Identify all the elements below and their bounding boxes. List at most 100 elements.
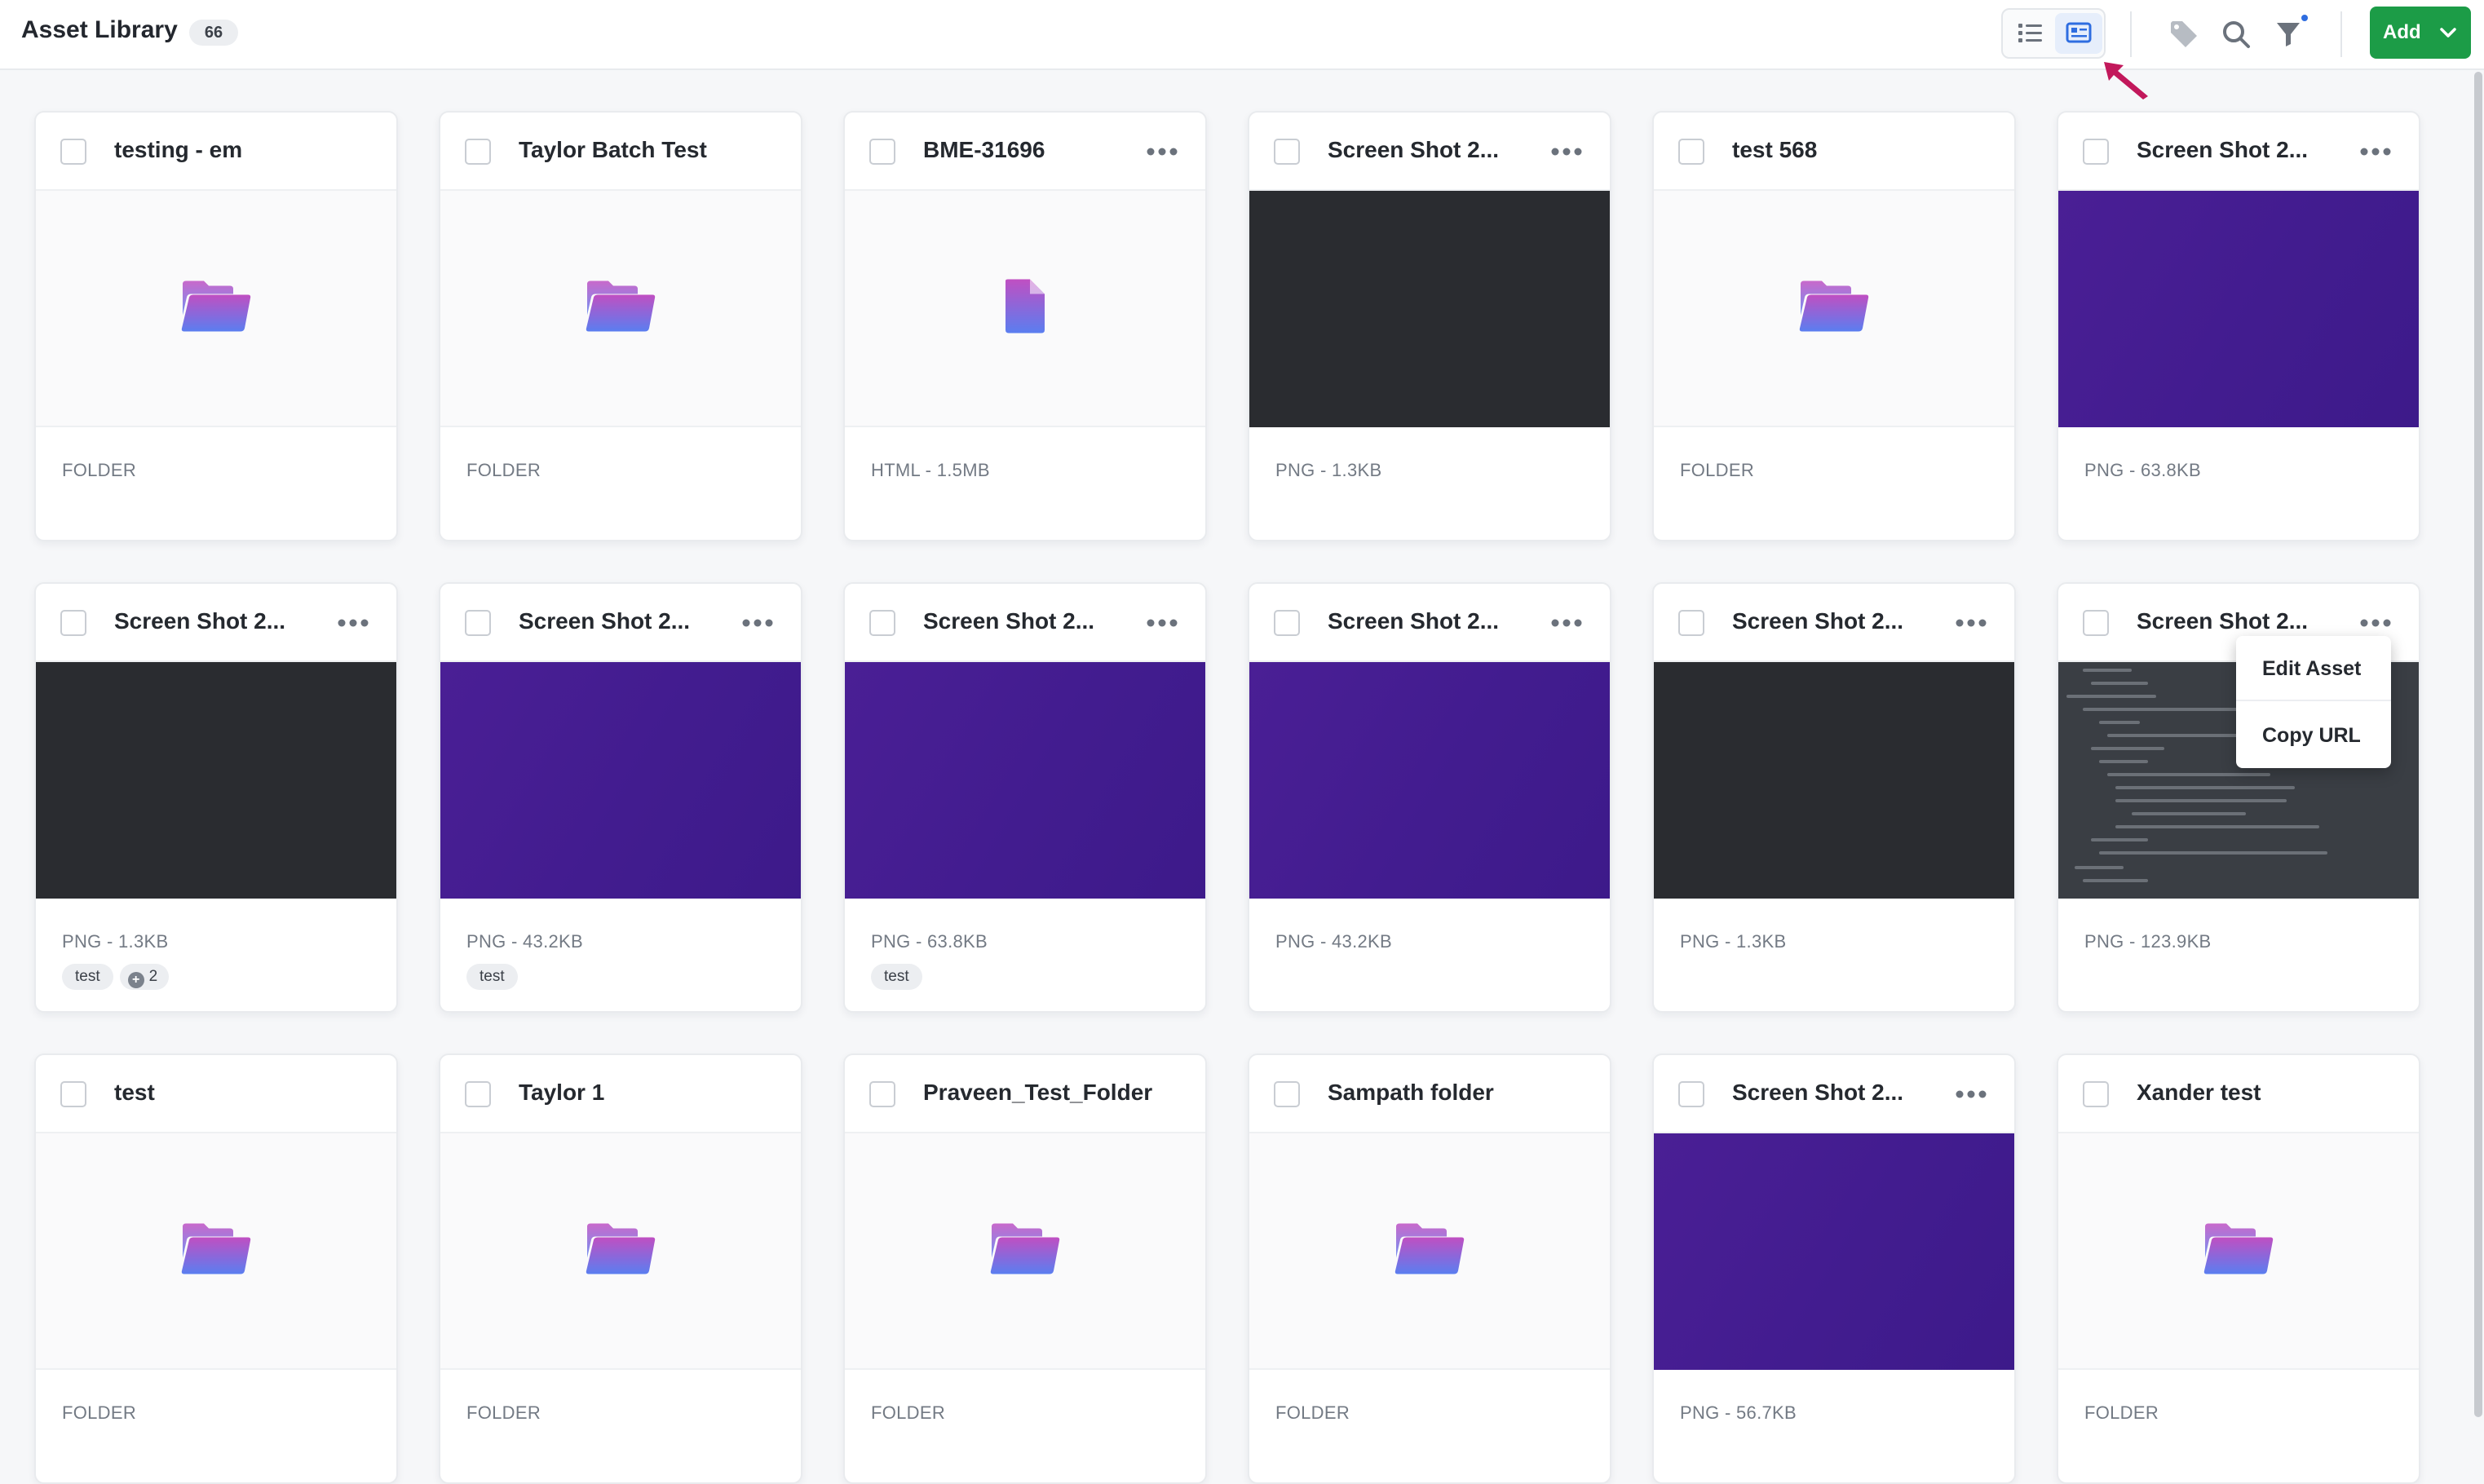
asset-card[interactable]: Screen Shot 2... PNG - 1.3KB bbox=[1652, 582, 2016, 1013]
list-view-button[interactable] bbox=[2006, 13, 2053, 54]
more-options-icon bbox=[1956, 619, 1987, 627]
more-options-button[interactable] bbox=[1140, 607, 1184, 639]
asset-select-checkbox[interactable] bbox=[2083, 610, 2109, 636]
tag-chip[interactable]: test bbox=[466, 964, 518, 990]
more-options-icon bbox=[2360, 619, 2391, 627]
asset-thumbnail[interactable] bbox=[440, 1133, 801, 1370]
asset-select-checkbox[interactable] bbox=[60, 610, 86, 636]
asset-select-checkbox[interactable] bbox=[869, 610, 895, 636]
asset-card-header: Screen Shot 2... bbox=[36, 584, 396, 662]
tag-chip[interactable]: test bbox=[62, 964, 113, 990]
asset-card-header: Taylor Batch Test bbox=[440, 113, 801, 191]
list-view-icon bbox=[2018, 24, 2042, 42]
asset-thumbnail[interactable] bbox=[440, 662, 801, 899]
asset-card[interactable]: testing - em FOLDER bbox=[34, 111, 398, 541]
asset-thumbnail[interactable] bbox=[36, 1133, 396, 1370]
page-title: Asset Library bbox=[21, 16, 178, 43]
asset-card[interactable]: Screen Shot 2... PNG - 63.8KB test bbox=[843, 582, 1207, 1013]
document-preview-line bbox=[2115, 799, 2287, 802]
edit-asset-menu-item[interactable]: Edit Asset bbox=[2236, 636, 2391, 701]
asset-thumbnail[interactable] bbox=[2058, 1133, 2419, 1370]
asset-title: Screen Shot 2... bbox=[2137, 608, 2309, 634]
asset-card[interactable]: test FOLDER bbox=[34, 1053, 398, 1484]
asset-select-checkbox[interactable] bbox=[1274, 1081, 1300, 1107]
toolbar-divider bbox=[2130, 11, 2132, 57]
more-options-button[interactable] bbox=[1545, 135, 1589, 168]
asset-meta: FOLDER bbox=[2084, 1402, 2159, 1423]
vertical-scrollbar[interactable] bbox=[2474, 72, 2482, 1417]
asset-thumbnail[interactable] bbox=[2058, 191, 2419, 427]
asset-select-checkbox[interactable] bbox=[1274, 610, 1300, 636]
more-options-button[interactable] bbox=[1545, 607, 1589, 639]
asset-card-header: Screen Shot 2... bbox=[2058, 113, 2419, 191]
asset-title: Taylor 1 bbox=[519, 1080, 605, 1105]
asset-select-checkbox[interactable] bbox=[2083, 139, 2109, 165]
asset-card[interactable]: Screen Shot 2... PNG - 43.2KB test bbox=[439, 582, 802, 1013]
asset-card[interactable]: Screen Shot 2... PNG - 43.2KB bbox=[1248, 582, 1611, 1013]
asset-thumbnail[interactable] bbox=[845, 191, 1205, 427]
asset-select-checkbox[interactable] bbox=[1678, 610, 1704, 636]
asset-card[interactable]: Taylor 1 FOLDER bbox=[439, 1053, 802, 1484]
asset-select-checkbox[interactable] bbox=[60, 139, 86, 165]
asset-select-checkbox[interactable] bbox=[465, 139, 491, 165]
more-tags-count: 2 bbox=[148, 968, 158, 985]
asset-card[interactable]: Screen Shot 2... PNG - 56.7KB bbox=[1652, 1053, 2016, 1484]
asset-card[interactable]: Taylor Batch Test FOLDER bbox=[439, 111, 802, 541]
asset-title: Screen Shot 2... bbox=[2137, 137, 2309, 162]
asset-meta: PNG - 123.9KB bbox=[2084, 931, 2212, 952]
asset-thumbnail[interactable] bbox=[1654, 191, 2014, 427]
asset-select-checkbox[interactable] bbox=[60, 1081, 86, 1107]
asset-card-header: Praveen_Test_Folder bbox=[845, 1055, 1205, 1133]
grid-view-button[interactable] bbox=[2055, 13, 2102, 54]
asset-select-checkbox[interactable] bbox=[465, 610, 491, 636]
grid-view-icon bbox=[2066, 22, 2092, 43]
asset-select-checkbox[interactable] bbox=[1274, 139, 1300, 165]
asset-thumbnail[interactable] bbox=[845, 1133, 1205, 1370]
asset-card[interactable]: BME-31696 HTML - 1.5MB bbox=[843, 111, 1207, 541]
more-options-button[interactable] bbox=[1949, 1078, 1993, 1111]
copy-url-menu-item[interactable]: Copy URL bbox=[2236, 703, 2391, 768]
asset-select-checkbox[interactable] bbox=[1678, 1081, 1704, 1107]
more-options-button[interactable] bbox=[331, 607, 375, 639]
asset-card[interactable]: Screen Shot 2... PNG - 1.3KB bbox=[1248, 111, 1611, 541]
asset-card[interactable]: Sampath folder FOLDER bbox=[1248, 1053, 1611, 1484]
asset-meta: FOLDER bbox=[62, 1402, 137, 1423]
more-options-button[interactable] bbox=[1949, 607, 1993, 639]
more-options-button[interactable] bbox=[1140, 135, 1184, 168]
asset-select-checkbox[interactable] bbox=[1678, 139, 1704, 165]
asset-card[interactable]: Praveen_Test_Folder FOLDER bbox=[843, 1053, 1207, 1484]
tag-button[interactable] bbox=[2164, 15, 2203, 54]
asset-card[interactable]: Xander test FOLDER bbox=[2057, 1053, 2420, 1484]
asset-title: Screen Shot 2... bbox=[1328, 608, 1500, 634]
asset-meta: FOLDER bbox=[1680, 460, 1755, 480]
filter-button[interactable] bbox=[2270, 15, 2309, 54]
asset-thumbnail[interactable] bbox=[1249, 662, 1610, 899]
asset-card-header: test bbox=[36, 1055, 396, 1133]
asset-thumbnail[interactable] bbox=[1654, 662, 2014, 899]
asset-select-checkbox[interactable] bbox=[869, 139, 895, 165]
document-preview-line bbox=[2099, 721, 2140, 724]
asset-select-checkbox[interactable] bbox=[869, 1081, 895, 1107]
search-button[interactable] bbox=[2217, 15, 2256, 54]
asset-thumbnail[interactable] bbox=[36, 662, 396, 899]
more-tags-chip[interactable]: +2 bbox=[119, 964, 170, 990]
asset-thumbnail[interactable] bbox=[36, 191, 396, 427]
asset-card[interactable]: Screen Shot 2... PNG - 1.3KB test +2 bbox=[34, 582, 398, 1013]
toolbar-divider bbox=[2340, 11, 2342, 57]
asset-card[interactable]: test 568 FOLDER bbox=[1652, 111, 2016, 541]
add-button[interactable]: Add bbox=[2370, 7, 2471, 59]
tag-chip[interactable]: test bbox=[871, 964, 922, 990]
asset-select-checkbox[interactable] bbox=[2083, 1081, 2109, 1107]
folder-icon bbox=[586, 280, 656, 332]
asset-select-checkbox[interactable] bbox=[465, 1081, 491, 1107]
more-options-button[interactable] bbox=[2354, 135, 2398, 168]
asset-thumbnail[interactable] bbox=[1249, 1133, 1610, 1370]
asset-thumbnail[interactable] bbox=[440, 191, 801, 427]
asset-thumbnail[interactable] bbox=[1249, 191, 1610, 427]
document-preview-line bbox=[2083, 669, 2132, 672]
asset-thumbnail[interactable] bbox=[1654, 1133, 2014, 1370]
asset-card[interactable]: Screen Shot 2... PNG - 63.8KB bbox=[2057, 111, 2420, 541]
more-options-button[interactable] bbox=[2354, 607, 2398, 639]
asset-thumbnail[interactable] bbox=[845, 662, 1205, 899]
more-options-button[interactable] bbox=[736, 607, 780, 639]
